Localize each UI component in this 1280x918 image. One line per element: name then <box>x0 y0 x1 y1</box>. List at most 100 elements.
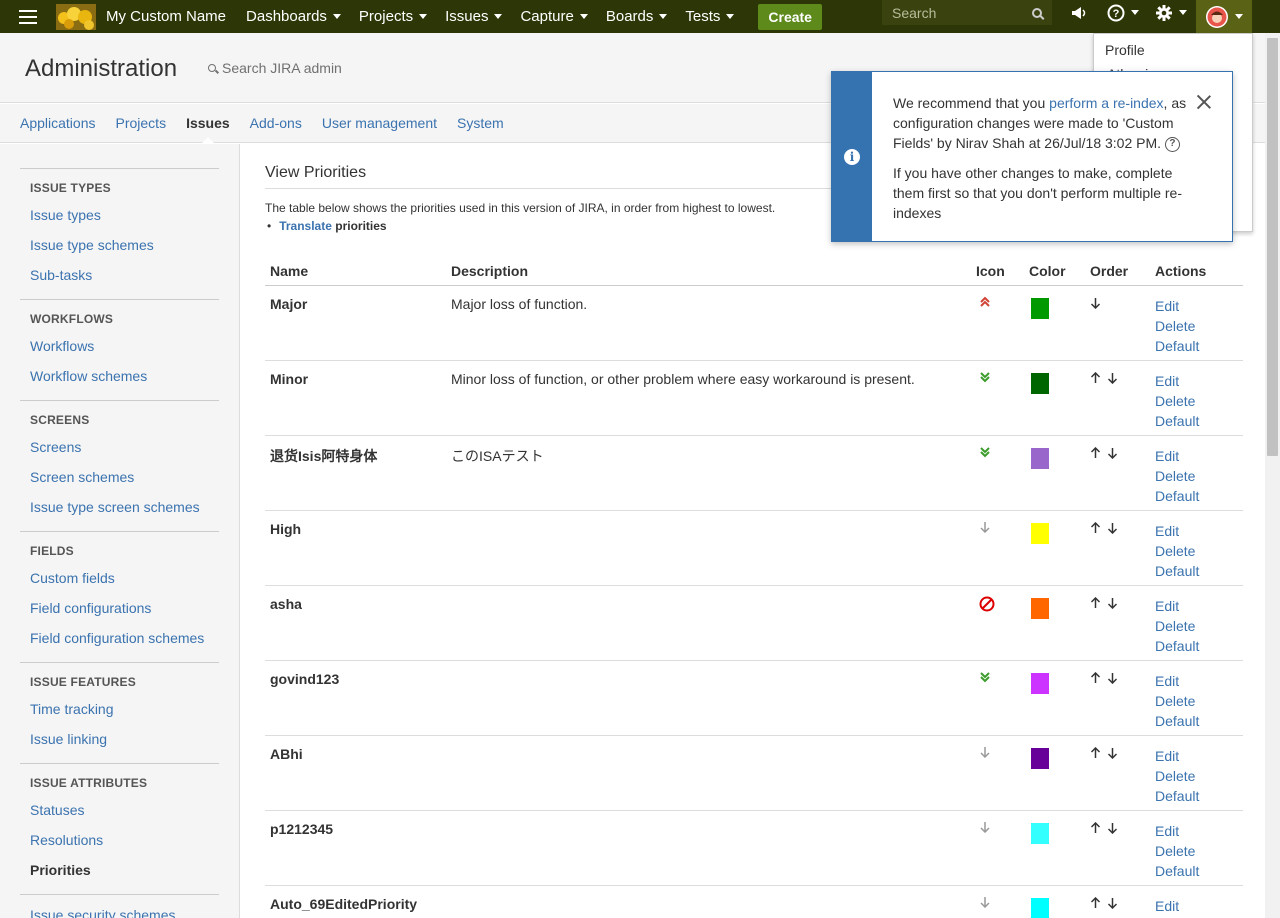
sidebar-item-issue-security-schemes[interactable]: Issue security schemes <box>20 905 219 918</box>
tab-applications[interactable]: Applications <box>20 104 96 143</box>
settings-menu[interactable] <box>1155 0 1187 25</box>
sidebar-item-time-tracking[interactable]: Time tracking <box>20 699 219 729</box>
priority-description <box>446 510 971 586</box>
delete-link[interactable]: Delete <box>1155 466 1238 486</box>
default-link[interactable]: Default <box>1155 861 1238 881</box>
sidebar-item-sub-tasks[interactable]: Sub-tasks <box>20 265 219 295</box>
nav-boards[interactable]: Boards <box>606 8 668 25</box>
sidebar-item-custom-fields[interactable]: Custom fields <box>20 568 219 598</box>
delete-link[interactable]: Delete <box>1155 391 1238 411</box>
help-icon[interactable]: ? <box>1164 136 1180 152</box>
sidebar-item-priorities[interactable]: Priorities <box>20 860 219 890</box>
table-row: Auto_69EditedPriority EditDeleteDefault <box>265 885 1243 918</box>
move-up-icon[interactable] <box>1090 371 1101 387</box>
move-down-icon[interactable] <box>1107 521 1118 537</box>
default-link[interactable]: Default <box>1155 411 1238 431</box>
reindex-notification: i We recommend that you perform a re-ind… <box>831 71 1233 242</box>
edit-link[interactable]: Edit <box>1155 896 1238 916</box>
edit-link[interactable]: Edit <box>1155 671 1238 691</box>
priority-color-cell <box>1024 585 1085 661</box>
tab-issues[interactable]: Issues <box>186 104 230 144</box>
move-down-icon[interactable] <box>1090 296 1101 312</box>
default-link[interactable]: Default <box>1155 636 1238 656</box>
move-down-icon[interactable] <box>1107 596 1118 612</box>
sidebar-item-issue-types[interactable]: Issue types <box>20 205 219 235</box>
help-menu[interactable]: ? <box>1107 0 1139 25</box>
edit-link[interactable]: Edit <box>1155 446 1238 466</box>
edit-link[interactable]: Edit <box>1155 371 1238 391</box>
edit-link[interactable]: Edit <box>1155 821 1238 841</box>
search-icon[interactable] <box>1032 7 1042 18</box>
close-icon[interactable] <box>1196 94 1212 110</box>
move-up-icon[interactable] <box>1090 746 1101 762</box>
delete-link[interactable]: Delete <box>1155 766 1238 786</box>
delete-link[interactable]: Delete <box>1155 316 1238 336</box>
brand-name[interactable]: My Custom Name <box>106 8 226 25</box>
move-up-icon[interactable] <box>1090 896 1101 912</box>
page-scrollbar-thumb[interactable] <box>1267 38 1278 456</box>
sidebar-item-issue-type-schemes[interactable]: Issue type schemes <box>20 235 219 265</box>
delete-link[interactable]: Delete <box>1155 841 1238 861</box>
move-up-icon[interactable] <box>1090 821 1101 837</box>
perform-reindex-link[interactable]: perform a re-index <box>1049 95 1163 111</box>
default-link[interactable]: Default <box>1155 561 1238 581</box>
default-link[interactable]: Default <box>1155 486 1238 506</box>
nav-dashboards[interactable]: Dashboards <box>246 8 341 25</box>
default-link[interactable]: Default <box>1155 711 1238 731</box>
color-swatch <box>1031 372 1049 394</box>
color-swatch <box>1031 597 1049 619</box>
profile-menu-item[interactable]: Profile <box>1094 34 1252 66</box>
priority-description <box>446 735 971 811</box>
move-down-icon[interactable] <box>1107 446 1118 462</box>
tab-add-ons[interactable]: Add-ons <box>250 104 302 143</box>
edit-link[interactable]: Edit <box>1155 746 1238 766</box>
sidebar-item-issue-linking[interactable]: Issue linking <box>20 729 219 759</box>
move-down-icon[interactable] <box>1107 821 1118 837</box>
tab-user-management[interactable]: User management <box>322 104 437 143</box>
sidebar-item-workflows[interactable]: Workflows <box>20 336 219 366</box>
move-down-icon[interactable] <box>1107 746 1118 762</box>
move-up-icon[interactable] <box>1090 446 1101 462</box>
move-down-icon[interactable] <box>1107 896 1118 912</box>
priority-order-cell <box>1085 660 1150 736</box>
move-up-icon[interactable] <box>1090 521 1101 537</box>
sidebar-item-statuses[interactable]: Statuses <box>20 800 219 830</box>
move-up-icon[interactable] <box>1090 596 1101 612</box>
sidebar-item-field-configurations[interactable]: Field configurations <box>20 598 219 628</box>
default-link[interactable]: Default <box>1155 786 1238 806</box>
sidebar-item-screen-schemes[interactable]: Screen schemes <box>20 467 219 497</box>
edit-link[interactable]: Edit <box>1155 596 1238 616</box>
sidebar-item-workflow-schemes[interactable]: Workflow schemes <box>20 366 219 396</box>
translate-link[interactable]: Translate <box>279 219 332 233</box>
translate-suffix: priorities <box>331 219 387 233</box>
move-down-icon[interactable] <box>1107 371 1118 387</box>
user-profile-menu[interactable] <box>1196 0 1252 33</box>
move-up-icon[interactable] <box>1090 671 1101 687</box>
create-button[interactable]: Create <box>758 3 822 30</box>
tab-projects[interactable]: Projects <box>116 104 167 143</box>
site-logo[interactable] <box>56 3 96 30</box>
edit-link[interactable]: Edit <box>1155 296 1238 316</box>
sidebar-item-field-configuration-schemes[interactable]: Field configuration schemes <box>20 628 219 658</box>
admin-sidebar: ISSUE TYPES Issue types Issue type schem… <box>0 144 240 918</box>
edit-link[interactable]: Edit <box>1155 521 1238 541</box>
nav-issues[interactable]: Issues <box>445 8 503 25</box>
sidebar-item-resolutions[interactable]: Resolutions <box>20 830 219 860</box>
sidebar-item-screens[interactable]: Screens <box>20 437 219 467</box>
announcement-icon[interactable] <box>1070 0 1088 25</box>
delete-link[interactable]: Delete <box>1155 616 1238 636</box>
menu-icon[interactable] <box>0 0 56 33</box>
nav-capture[interactable]: Capture <box>520 8 588 25</box>
nav-projects[interactable]: Projects <box>359 8 428 25</box>
global-search-input[interactable]: Search <box>882 0 1052 25</box>
column-header-color: Color <box>1024 263 1085 286</box>
nav-tests[interactable]: Tests <box>685 8 735 25</box>
priority-order-cell <box>1085 510 1150 586</box>
admin-search-input[interactable]: Search JIRA admin <box>208 60 342 76</box>
delete-link[interactable]: Delete <box>1155 541 1238 561</box>
move-down-icon[interactable] <box>1107 671 1118 687</box>
tab-system[interactable]: System <box>457 104 504 143</box>
delete-link[interactable]: Delete <box>1155 691 1238 711</box>
sidebar-item-issue-type-screen-schemes[interactable]: Issue type screen schemes <box>20 497 219 527</box>
default-link[interactable]: Default <box>1155 336 1238 356</box>
